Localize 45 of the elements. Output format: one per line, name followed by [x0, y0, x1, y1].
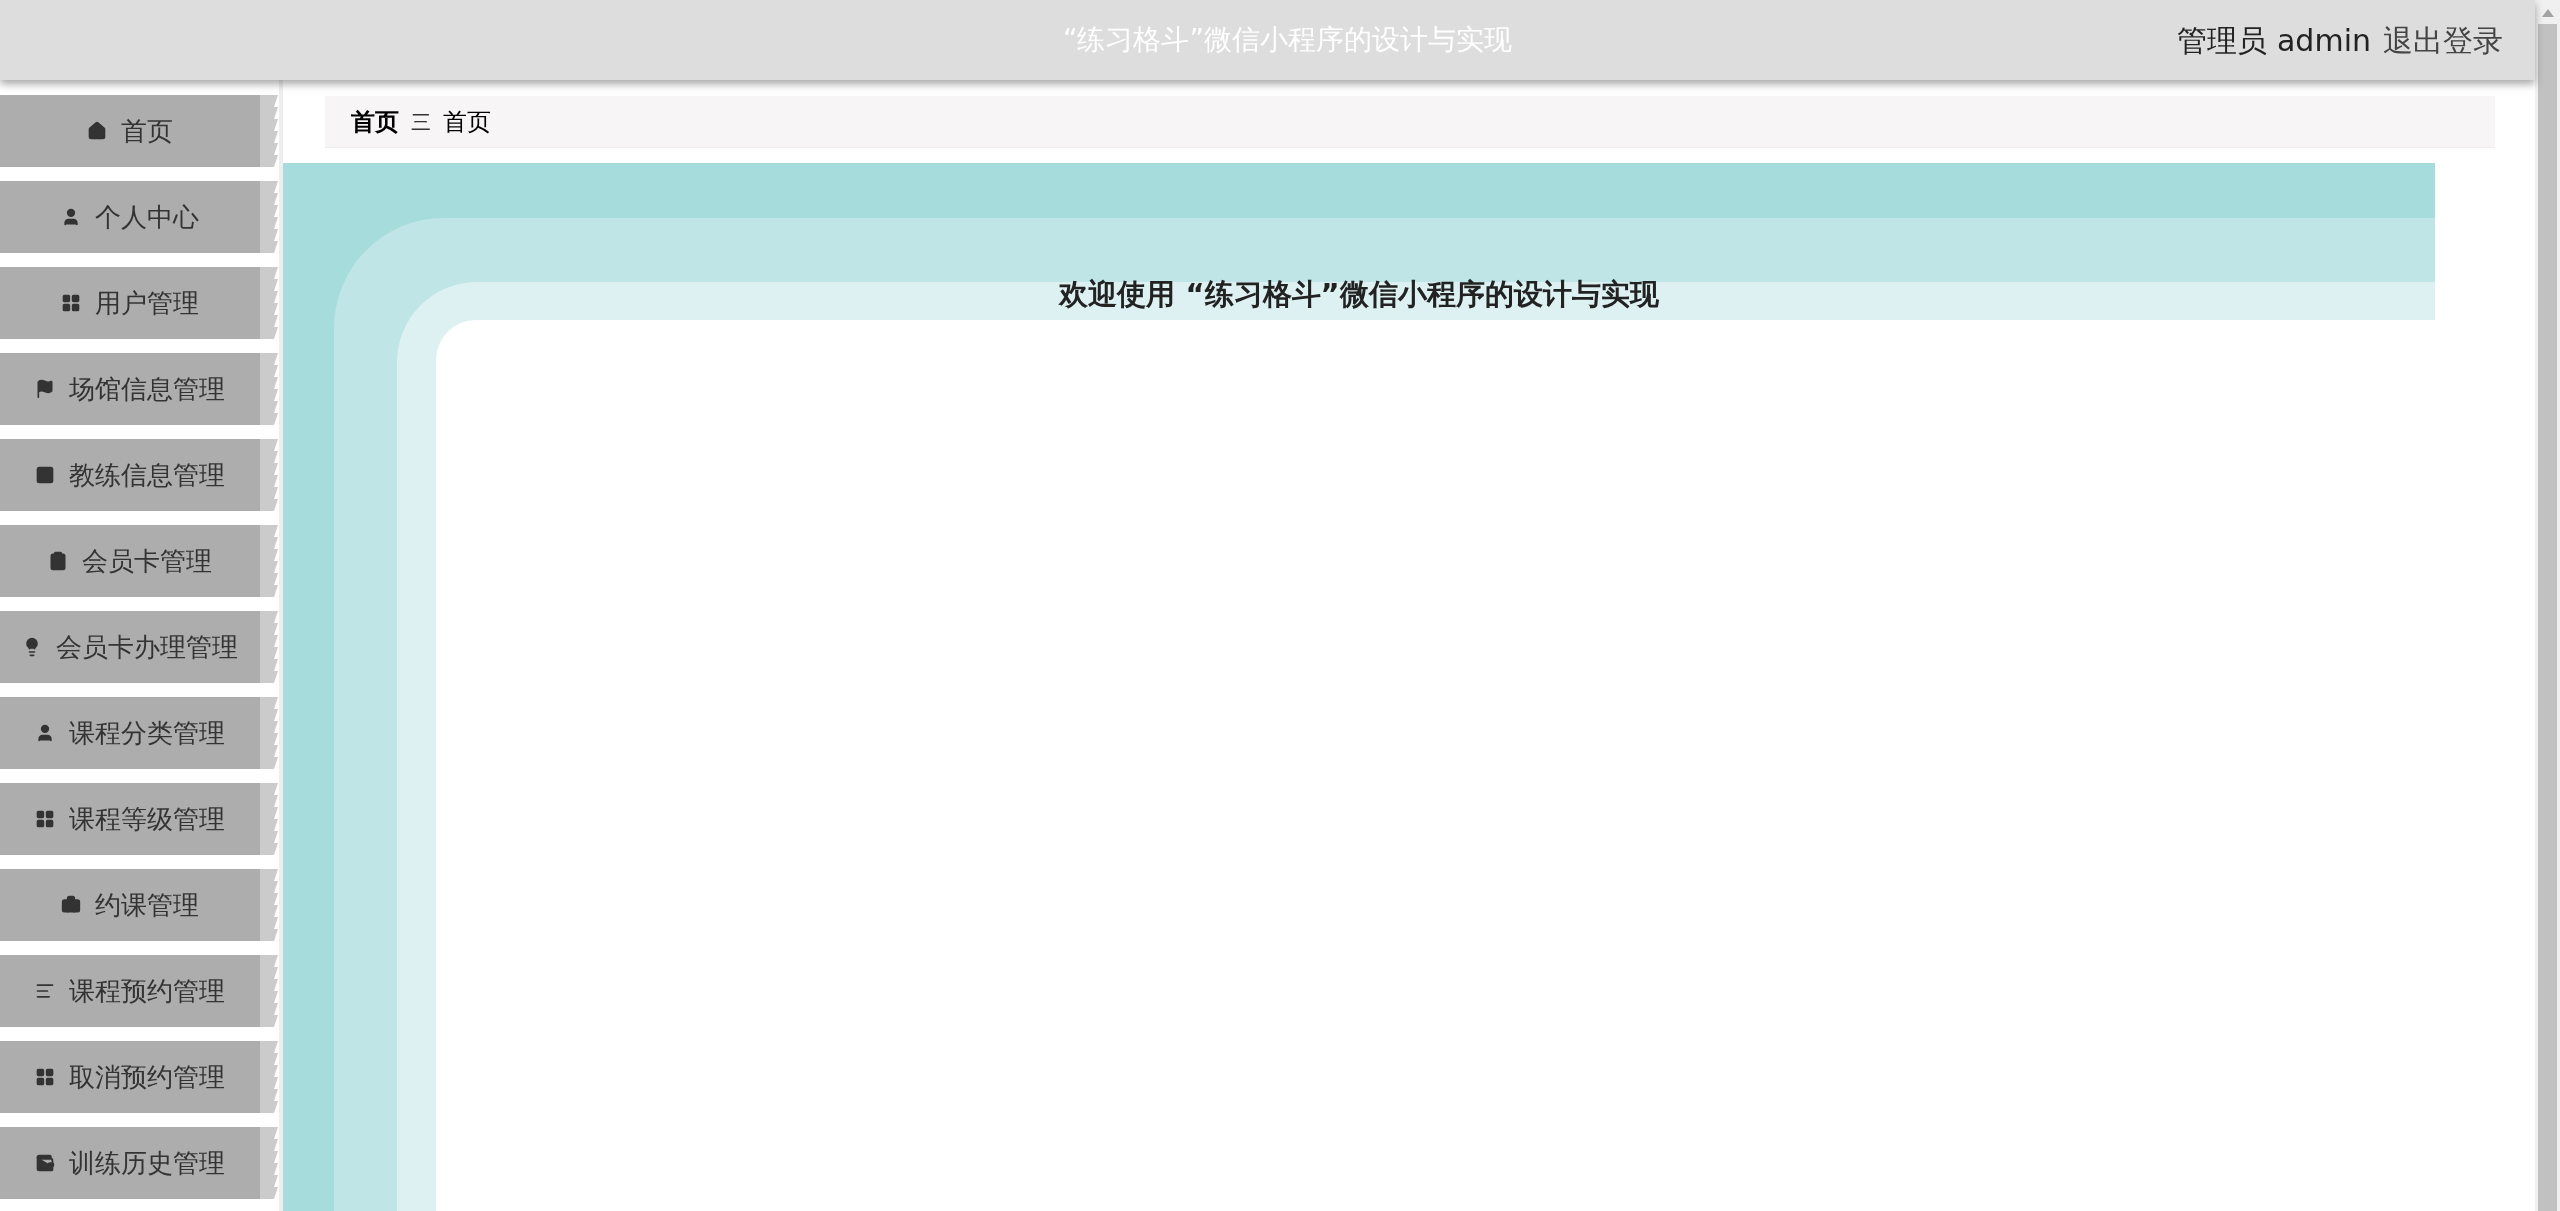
sidebar-item[interactable]: 课程预约管理 [0, 955, 260, 1027]
zigzag-edge-drawing [260, 439, 278, 511]
sidebar-item[interactable]: 会员卡管理 [0, 525, 260, 597]
flag-icon [35, 379, 55, 399]
user-icon [35, 723, 55, 743]
user-icon [61, 207, 81, 227]
sidebar-item[interactable]: 约课管理 [0, 869, 260, 941]
sidebar-item[interactable]: 教练信息管理 [0, 439, 260, 511]
sidebar-item[interactable]: 取消预约管理 [0, 1041, 260, 1113]
breadcrumb-separator: 三 [411, 108, 431, 136]
sidebar-item[interactable]: 训练历史管理 [0, 1127, 260, 1199]
zigzag-edge-drawing [260, 869, 278, 941]
zigzag-edge-drawing [260, 95, 278, 167]
sidebar-item[interactable]: 课程等级管理 [0, 783, 260, 855]
grid-icon [35, 1067, 55, 1087]
zigzag-edge-drawing [260, 525, 278, 597]
zigzag-edge-drawing [260, 697, 278, 769]
sidebar-item[interactable]: 用户管理 [0, 267, 260, 339]
breadcrumb-current: 首页 [443, 106, 491, 138]
list-icon [35, 981, 55, 1001]
zigzag-edge-drawing [260, 181, 278, 253]
home-icon [87, 121, 107, 141]
sidebar-item[interactable]: 场馆信息管理 [0, 353, 260, 425]
breadcrumb-link[interactable]: 首页 [351, 103, 399, 140]
sidebar-item[interactable]: 课程分类管理 [0, 697, 260, 769]
zigzag-edge-drawing [260, 955, 278, 1027]
scroll-up-icon [2540, 8, 2555, 18]
wallet-icon [35, 1153, 55, 1173]
sidebar-item[interactable]: 个人中心 [0, 181, 260, 253]
sidebar-item[interactable]: 会员卡办理管理 [0, 611, 260, 683]
zigzag-edge-drawing [260, 267, 278, 339]
zigzag-edge-drawing [260, 1127, 278, 1199]
sidebar-item[interactable]: 首页 [0, 95, 260, 167]
zigzag-edge-drawing [260, 611, 278, 683]
grid-icon [35, 809, 55, 829]
clipboard-icon [48, 551, 68, 571]
scroll-thumb[interactable] [2538, 24, 2557, 1211]
briefcase-icon [61, 895, 81, 915]
zigzag-edge-drawing [260, 1041, 278, 1113]
zigzag-edge-drawing [260, 783, 278, 855]
grid-icon [61, 293, 81, 313]
logout-link[interactable]: 退出登录 [2383, 17, 2503, 63]
zigzag-edge-drawing [260, 353, 278, 425]
admin-label: 管理员 admin [2177, 21, 2371, 60]
welcome-title: 欢迎使用 “练习格斗”微信小程序的设计与实现 [1059, 276, 1659, 313]
